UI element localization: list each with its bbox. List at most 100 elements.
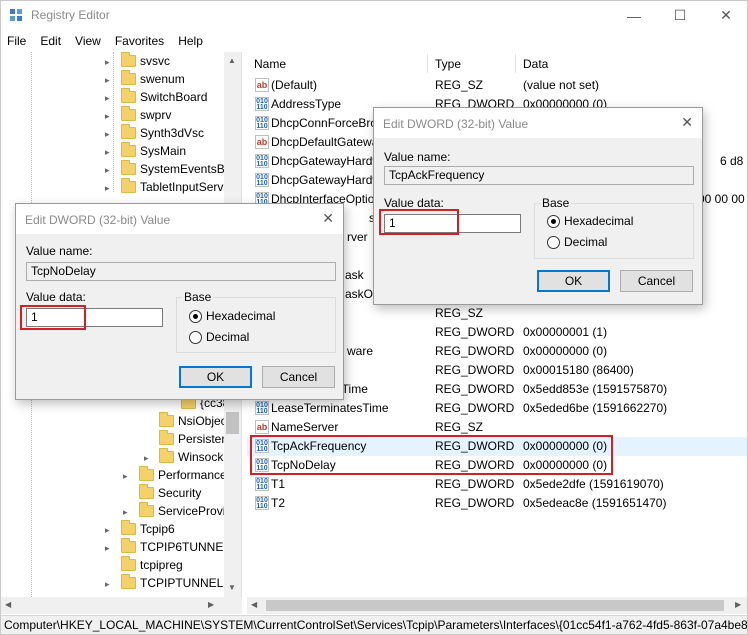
list-row[interactable]: ab NameServer REG_SZ: [247, 418, 747, 437]
list-row[interactable]: 010 110 TcpNoDelay REG_DWORD 0x00000000 (…: [247, 456, 747, 475]
close-icon: ✕: [720, 7, 732, 23]
folder-icon: [139, 484, 154, 499]
tree-item-tcpipreg[interactable]: tcpipreg: [121, 556, 183, 574]
menu-help[interactable]: Help: [178, 34, 203, 48]
binary-value-icon: 010110: [255, 154, 269, 168]
radio-unchecked-icon: [547, 235, 560, 249]
tree-item-switchboard[interactable]: SwitchBoard: [121, 88, 207, 106]
tree-item-persistent[interactable]: Persisten: [159, 430, 228, 448]
expand-arrow-icon[interactable]: ▸: [105, 579, 110, 590]
tree-item-systemeventsbroker[interactable]: SystemEventsBr: [121, 160, 229, 178]
tree-item-tcpip6[interactable]: Tcpip6: [121, 520, 175, 538]
title-bar: Registry Editor — ☐ ✕: [1, 1, 747, 30]
folder-icon: [121, 520, 136, 535]
radio-decimal[interactable]: Decimal: [547, 235, 607, 249]
status-bar: Computer\HKEY_LOCAL_MACHINE\SYSTEM\Curre…: [1, 615, 747, 634]
scroll-right-icon[interactable]: ▶: [208, 600, 214, 609]
menu-favorites[interactable]: Favorites: [115, 34, 164, 48]
column-header-type[interactable]: Type: [428, 54, 516, 73]
tree-item-synth3dvsc[interactable]: Synth3dVsc: [121, 124, 204, 142]
menu-file[interactable]: File: [7, 34, 26, 48]
value-data-input[interactable]: 1: [26, 308, 163, 327]
expand-arrow-icon[interactable]: ▸: [105, 543, 110, 554]
maximize-button[interactable]: ☐: [657, 1, 703, 30]
radio-hexadecimal[interactable]: Hexadecimal: [189, 309, 275, 323]
tree-horizontal-scrollbar[interactable]: [1, 597, 242, 614]
tree-item-tcpiptunnel[interactable]: TCPIPTUNNEL: [121, 574, 223, 592]
binary-value-icon: 010110: [255, 173, 269, 187]
scroll-right-icon[interactable]: ▶: [735, 600, 741, 609]
list-row[interactable]: ab (Default) REG_SZ (value not set): [247, 76, 747, 95]
radio-checked-icon: [547, 214, 560, 228]
tree-item-svsvc[interactable]: svsvc: [121, 52, 170, 70]
dialog-title-bar: Edit DWORD (32-bit) Value ✕: [374, 108, 702, 138]
expand-arrow-icon[interactable]: ▸: [105, 129, 110, 140]
scroll-up-icon[interactable]: ▲: [228, 56, 236, 65]
close-button[interactable]: ✕: [703, 1, 748, 30]
binary-value-icon: 010110: [255, 97, 269, 111]
list-row[interactable]: 010 110 LeaseTerminatesTime REG_DWORD 0x5…: [247, 399, 747, 418]
menu-view[interactable]: View: [75, 34, 101, 48]
expand-arrow-icon[interactable]: ▸: [105, 165, 110, 176]
tree-item-nsiobjects[interactable]: NsiObjec: [159, 412, 227, 430]
expand-arrow-icon[interactable]: ▸: [123, 471, 128, 482]
folder-icon: [139, 466, 154, 481]
radio-hexadecimal[interactable]: Hexadecimal: [547, 214, 633, 228]
list-row[interactable]: 010 110 T1 REG_DWORD 0x5ede2dfe (15916190…: [247, 475, 747, 494]
base-label: Base: [540, 196, 572, 210]
tree-item-swenum[interactable]: swenum: [121, 70, 185, 88]
cancel-button[interactable]: Cancel: [620, 270, 693, 292]
expand-arrow-icon[interactable]: ▸: [105, 75, 110, 86]
close-icon[interactable]: ✕: [322, 210, 334, 227]
tree-item-winsock[interactable]: Winsock: [159, 448, 223, 466]
folder-icon: [121, 178, 136, 193]
column-header-data[interactable]: Data: [516, 54, 747, 73]
value-name-field: TcpNoDelay: [26, 262, 336, 281]
binary-value-icon: 010110: [255, 439, 269, 453]
tree-item-tabletinputservice[interactable]: TabletInputServi: [121, 178, 226, 196]
tree-item-tcpip6tunnel[interactable]: TCPIP6TUNNEL: [121, 538, 230, 556]
tree-scroll-thumb[interactable]: [226, 412, 239, 434]
tree-item-security[interactable]: Security: [139, 484, 201, 502]
tree-item-performance[interactable]: Performance: [139, 466, 227, 484]
cancel-button[interactable]: Cancel: [262, 366, 335, 388]
ok-button[interactable]: OK: [537, 270, 610, 292]
folder-icon: [139, 502, 154, 517]
expand-arrow-icon[interactable]: ▸: [144, 453, 149, 464]
menu-edit[interactable]: Edit: [40, 34, 61, 48]
folder-icon: [121, 160, 136, 175]
folder-icon: [121, 538, 136, 553]
tree-item-serviceprovider[interactable]: ServiceProvi: [139, 502, 225, 520]
list-row-selected[interactable]: 010 110 TcpAckFrequency REG_DWORD 0x00000…: [247, 437, 747, 456]
ok-button[interactable]: OK: [179, 366, 252, 388]
expand-arrow-icon[interactable]: ▸: [105, 183, 110, 194]
close-icon[interactable]: ✕: [681, 114, 693, 131]
folder-icon: [159, 430, 174, 445]
dialog-title-bar: Edit DWORD (32-bit) Value ✕: [16, 204, 343, 234]
column-header-name[interactable]: Name: [247, 54, 428, 73]
expand-arrow-icon[interactable]: ▸: [105, 57, 110, 68]
menu-bar: File Edit View Favorites Help: [1, 31, 747, 51]
value-data-input[interactable]: 1: [384, 214, 521, 233]
expand-arrow-icon[interactable]: ▸: [105, 147, 110, 158]
scroll-left-icon[interactable]: ◀: [5, 600, 11, 609]
scroll-down-icon[interactable]: ▼: [228, 583, 236, 592]
list-row[interactable]: 010 110 T2 REG_DWORD 0x5edeac8e (15916514…: [247, 494, 747, 513]
minimize-button[interactable]: —: [611, 1, 657, 30]
tree-item-sysmain[interactable]: SysMain: [121, 142, 186, 160]
base-groupbox: [534, 203, 694, 259]
values-scroll-thumb[interactable]: [266, 600, 724, 611]
expand-arrow-icon[interactable]: ▸: [105, 111, 110, 122]
expand-arrow-icon[interactable]: ▸: [105, 525, 110, 536]
expand-arrow-icon[interactable]: ▸: [105, 93, 110, 104]
binary-value-icon: 010110: [255, 401, 269, 415]
radio-decimal[interactable]: Decimal: [189, 330, 249, 344]
folder-icon: [121, 106, 136, 121]
registry-editor-icon: [10, 9, 22, 21]
string-value-icon: ab: [255, 78, 269, 92]
edit-dword-dialog-tcpnodelay: Edit DWORD (32-bit) Value ✕ Value name: …: [15, 203, 344, 400]
expand-arrow-icon[interactable]: ▸: [123, 507, 128, 518]
window-title: Registry Editor: [31, 8, 110, 22]
tree-item-swprv[interactable]: swprv: [121, 106, 171, 124]
scroll-left-icon[interactable]: ◀: [251, 600, 257, 609]
